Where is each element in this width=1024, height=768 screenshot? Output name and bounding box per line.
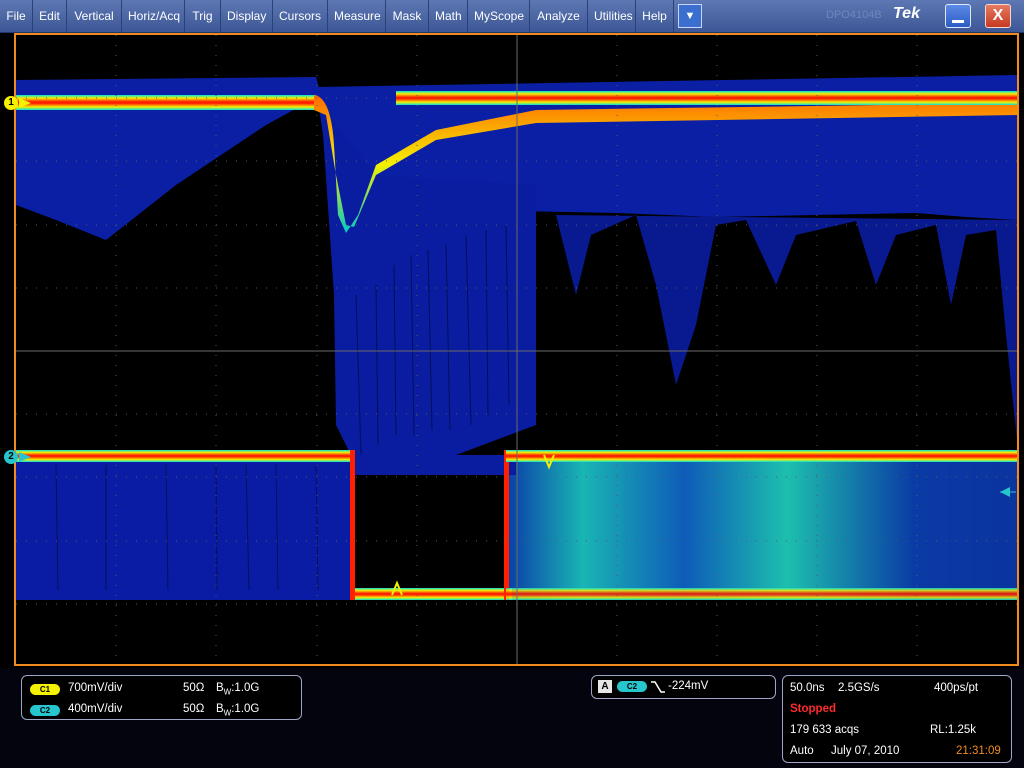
menu-file[interactable]: File: [0, 0, 33, 32]
ch1-scale: 700mV/div: [68, 682, 123, 694]
record-length: RL:1.25k: [930, 724, 977, 736]
ch2-arrow-icon: [19, 452, 31, 462]
acquisition-time: 21:31:09: [956, 745, 1001, 757]
ch1-bandwidth: BW:1.0G: [216, 682, 259, 696]
ch2-badge: C2: [30, 705, 60, 716]
ch2-persistence-left: [16, 460, 354, 600]
trigger-readout-panel[interactable]: A C2 -224mV: [591, 675, 776, 699]
menu-horiz-acq[interactable]: Horiz/Acq: [122, 0, 185, 32]
bw-value: :1.0G: [231, 703, 260, 715]
menu-measure[interactable]: Measure: [328, 0, 386, 32]
tek-logo: Tek: [893, 5, 920, 22]
menu-mask[interactable]: Mask: [386, 0, 429, 32]
ch1-badge: C1: [30, 684, 60, 695]
ch1-marker[interactable]: 1: [4, 96, 18, 110]
waveform-display[interactable]: [14, 33, 1019, 666]
ch2-trace-high-left: [16, 450, 352, 462]
chevron-down-icon: ▼: [684, 10, 696, 22]
ch2-bandwidth: BW:1.0G: [216, 703, 259, 717]
channel-readout-panel[interactable]: C1 700mV/div 50Ω BW:1.0G C2 400mV/div 50…: [21, 675, 302, 720]
acquisition-count: 179 633 acqs: [790, 724, 860, 736]
readout-bar: C1 700mV/div 50Ω BW:1.0G C2 400mV/div 50…: [0, 668, 1024, 768]
ch2-trace-low: [352, 588, 512, 600]
ch2-impedance: 50Ω: [183, 703, 205, 715]
bw-prefix: B: [216, 682, 224, 694]
ch2-trace-low-right: [506, 588, 1017, 600]
minimize-icon: [952, 20, 964, 23]
trigger-source-badge: C2: [617, 681, 647, 692]
acquisition-readout-panel[interactable]: 50.0ns 2.5GS/s 400ps/pt Stopped 179 633 …: [782, 675, 1012, 763]
ch2-scale: 400mV/div: [68, 703, 123, 715]
minimize-button[interactable]: [945, 4, 971, 28]
ch1-dips: [556, 215, 1017, 440]
menu-utilities[interactable]: Utilities: [588, 0, 636, 32]
model-watermark: DPO4104B: [826, 9, 882, 21]
trigger-level: -224mV: [668, 680, 709, 692]
ch2-edge-rise: [504, 450, 509, 600]
menu-math[interactable]: Math: [429, 0, 468, 32]
trigger-mode-badge: A: [598, 680, 612, 693]
bw-value: :1.0G: [231, 682, 260, 694]
time-per-div: 50.0ns: [790, 682, 825, 694]
close-icon: X: [992, 7, 1004, 24]
ch2-trace-high-right: [506, 450, 1017, 462]
menu-display[interactable]: Display: [221, 0, 273, 32]
sample-rate: 2.5GS/s: [838, 682, 880, 694]
resolution: 400ps/pt: [934, 682, 979, 694]
menu-trig[interactable]: Trig: [185, 0, 221, 32]
falling-edge-icon: [651, 681, 665, 693]
bw-prefix: B: [216, 703, 224, 715]
waveform-plot: [16, 35, 1017, 664]
menu-edit[interactable]: Edit: [33, 0, 67, 32]
ch2-edge-fall: [350, 450, 355, 600]
ch1-trace-left: [16, 95, 316, 110]
menu-cursors[interactable]: Cursors: [273, 0, 328, 32]
trigger-mode: Auto: [790, 745, 814, 757]
ch1-arrow-icon: [19, 98, 31, 108]
menu-bar: File Edit Vertical Horiz/Acq Trig Displa…: [0, 0, 1024, 33]
acquisition-date: July 07, 2010: [831, 745, 900, 757]
close-button[interactable]: X: [985, 4, 1011, 28]
menu-myscope[interactable]: MyScope: [468, 0, 530, 32]
menu-analyze[interactable]: Analyze: [530, 0, 588, 32]
ch2-marker[interactable]: 2: [4, 450, 18, 464]
ch1-impedance: 50Ω: [183, 682, 205, 694]
menu-help[interactable]: Help: [636, 0, 674, 32]
ch2-persistence-mid: [346, 455, 516, 475]
acquisition-status: Stopped: [790, 703, 836, 715]
menu-vertical[interactable]: Vertical: [67, 0, 122, 32]
dropdown-button[interactable]: ▼: [678, 4, 702, 28]
ch2-persistence-right: [506, 460, 1017, 600]
